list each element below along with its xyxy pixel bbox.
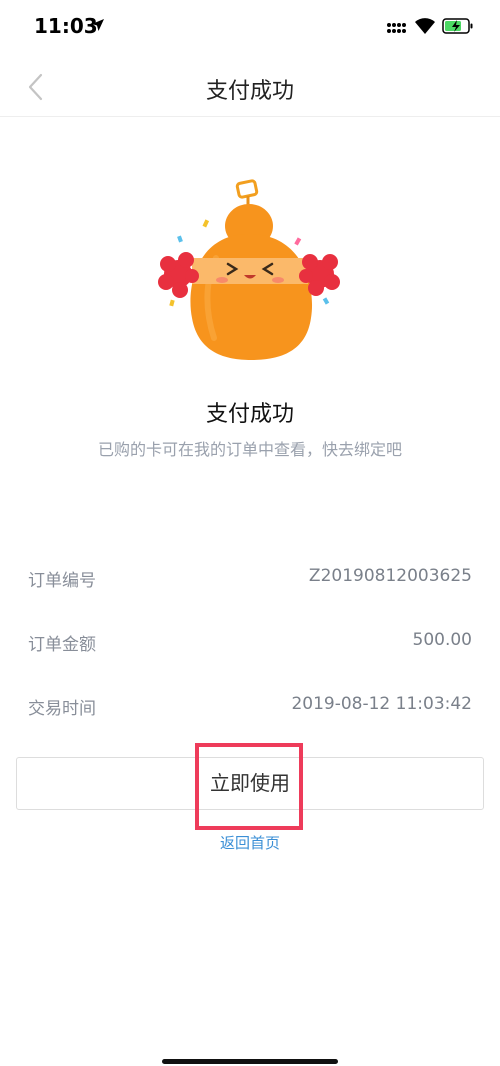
status-time: 11:03	[34, 14, 98, 38]
return-home-link[interactable]: 返回首页	[0, 832, 500, 853]
cellular-signal-icon	[387, 23, 406, 33]
success-title: 支付成功	[205, 402, 294, 427]
order-number-row: 订单编号 Z20190812003625	[28, 566, 472, 594]
home-indicator	[162, 1059, 338, 1064]
order-amount-label: 订单金额	[28, 635, 96, 655]
transaction-time-value: 2019-08-12 11:03:42	[291, 694, 472, 714]
success-subtitle: 已购的卡可在我的订单中查看，快去绑定吧	[97, 440, 402, 459]
cheering-gourd-mascot-icon	[158, 179, 340, 360]
use-now-button[interactable]: 立即使用	[16, 757, 484, 810]
location-arrow-icon	[92, 19, 104, 31]
nav-bar: 支付成功	[0, 58, 500, 117]
battery-charging-icon	[442, 18, 473, 34]
wifi-icon	[415, 18, 435, 34]
transaction-time-row: 交易时间 2019-08-12 11:03:42	[28, 694, 472, 722]
transaction-time-label: 交易时间	[28, 699, 96, 719]
status-bar: 11:03	[0, 0, 500, 54]
order-number-label: 订单编号	[28, 571, 96, 591]
order-amount-row: 订单金额 500.00	[28, 630, 472, 658]
order-amount-value: 500.00	[412, 630, 472, 650]
page-title: 支付成功	[205, 79, 294, 104]
order-number-value: Z20190812003625	[308, 566, 472, 586]
